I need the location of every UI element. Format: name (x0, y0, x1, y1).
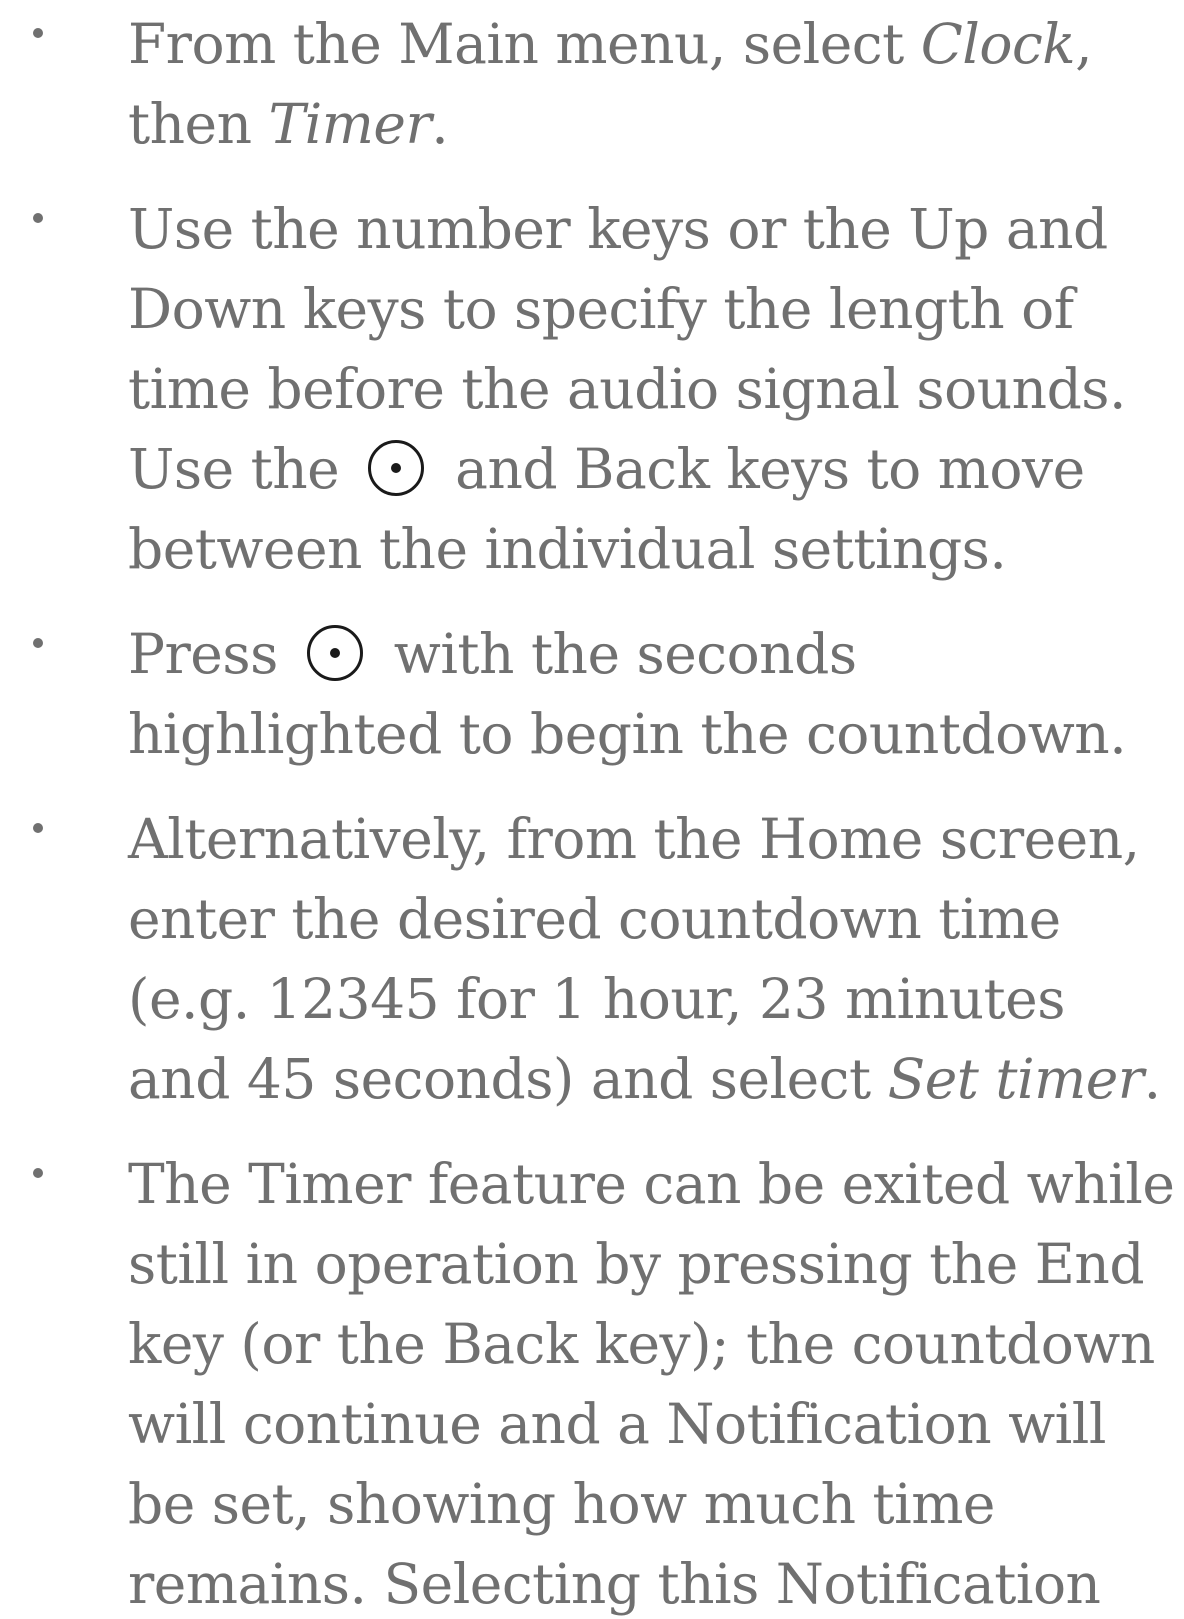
list-item: Use the number keys or the Up and Down k… (0, 189, 1184, 589)
instruction-list: From the Main menu, select Clock, then T… (0, 4, 1184, 1619)
step-text: . (431, 92, 449, 156)
document-page: From the Main menu, select Clock, then T… (0, 0, 1184, 1619)
bullet-icon (33, 213, 43, 223)
step-text: . (1143, 1047, 1161, 1111)
list-item: Press with the seconds highlighted to be… (0, 614, 1184, 774)
select-key-icon (306, 625, 363, 681)
step-text: Press (128, 622, 295, 686)
menu-item-set-timer: Set timer (887, 1047, 1145, 1111)
select-key-icon (368, 440, 425, 496)
menu-item-timer: Timer (268, 92, 432, 156)
list-item: Alternatively, from the Home screen, ent… (0, 799, 1184, 1119)
step-text: From the Main menu, select (128, 12, 921, 76)
step-text: The Timer feature can be exited while st… (128, 1152, 1175, 1616)
bullet-icon (33, 638, 43, 648)
list-item: From the Main menu, select Clock, then T… (0, 4, 1184, 164)
list-item: The Timer feature can be exited while st… (0, 1144, 1184, 1619)
menu-item-clock: Clock (920, 12, 1076, 76)
bullet-icon (33, 823, 43, 833)
bullet-icon (33, 28, 43, 38)
bullet-icon (33, 1168, 43, 1178)
